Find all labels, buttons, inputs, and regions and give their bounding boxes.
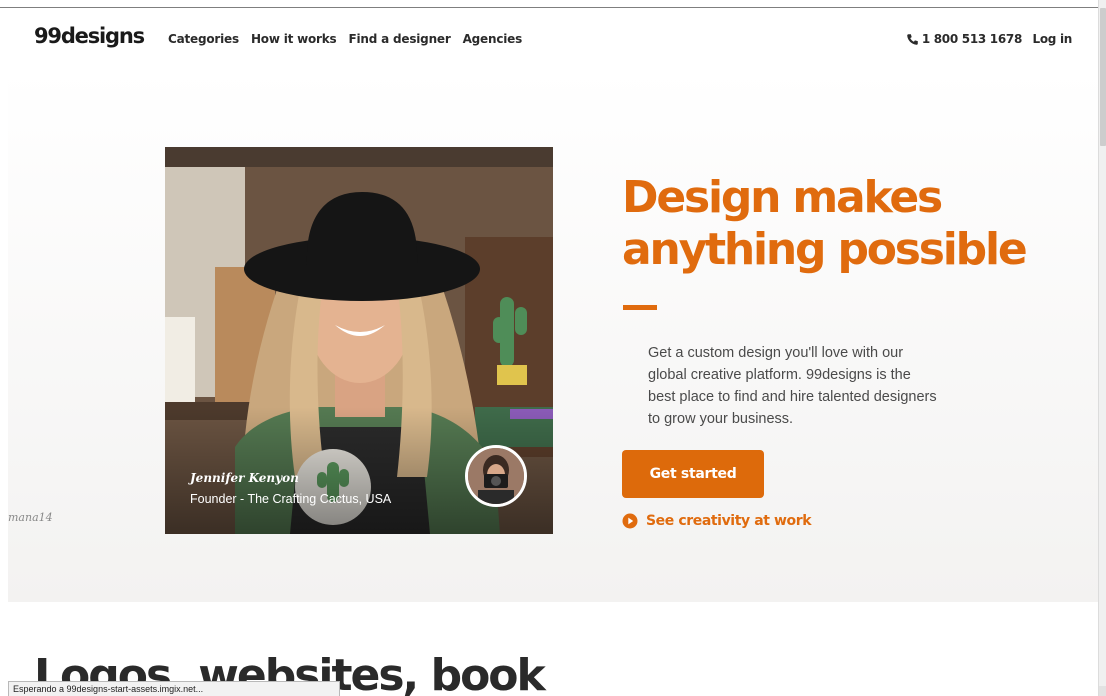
see-creativity-link[interactable]: See creativity at work — [622, 513, 812, 529]
designer-avatar[interactable] — [465, 445, 527, 507]
phone-link[interactable]: 1 800 513 1678 — [906, 32, 1022, 46]
nav-categories[interactable]: Categories — [168, 32, 239, 46]
hero-photo: Jennifer Kenyon Founder - The Crafting C… — [165, 147, 553, 534]
site-header: 99designs Categories How it works Find a… — [8, 9, 1098, 71]
headline-divider — [623, 305, 657, 310]
designer-avatar-illustration — [468, 448, 524, 504]
nav-agencies[interactable]: Agencies — [463, 32, 523, 46]
scroll-down-arrow[interactable] — [1099, 686, 1106, 696]
browser-status-bar: Esperando a 99designs-start-assets.imgix… — [8, 681, 340, 696]
photo-caption-role: Founder - The Crafting Cactus, USA — [190, 492, 392, 506]
nav-how-it-works[interactable]: How it works — [251, 32, 337, 46]
login-link[interactable]: Log in — [1032, 32, 1072, 46]
logo[interactable]: 99designs — [34, 24, 145, 48]
vertical-scrollbar[interactable] — [1098, 0, 1106, 696]
photo-caption-name: Jennifer Kenyon — [190, 471, 299, 485]
side-credit-text: mana14 — [8, 511, 53, 524]
hero-headline: Design makes anything possible — [622, 172, 1028, 275]
phone-icon — [907, 33, 918, 45]
main-nav: Categories How it works Find a designer … — [168, 32, 534, 46]
get-started-button[interactable]: Get started — [622, 450, 764, 498]
nav-find-designer[interactable]: Find a designer — [349, 32, 451, 46]
see-creativity-label: See creativity at work — [646, 513, 812, 529]
play-circle-icon — [622, 513, 638, 529]
scrollbar-thumb[interactable] — [1100, 8, 1106, 146]
hero-description: Get a custom design you'll love with our… — [648, 345, 937, 427]
phone-number: 1 800 513 1678 — [921, 32, 1022, 46]
window-top-edge — [0, 0, 1098, 8]
